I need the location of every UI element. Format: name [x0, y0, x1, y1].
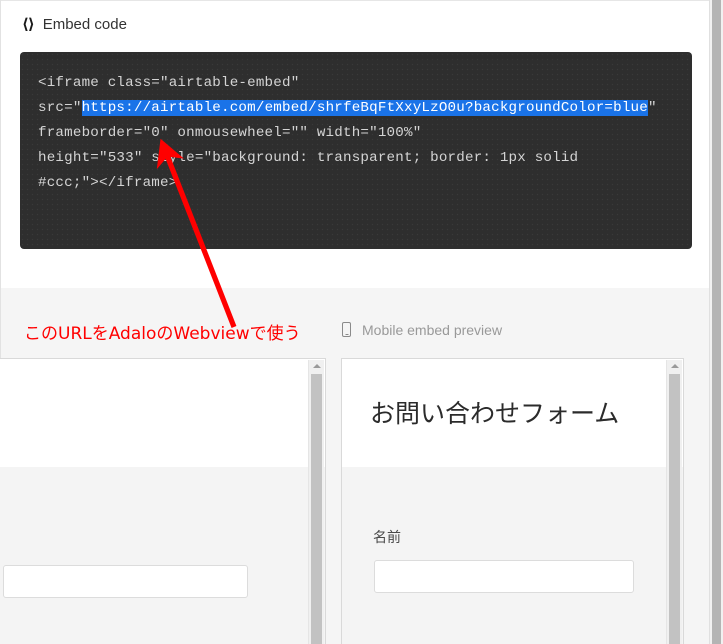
code-line-1: <iframe class="airtable-embed": [38, 75, 300, 91]
selected-url-text[interactable]: https://airtable.com/embed/shrfeBqFtXxyL…: [81, 100, 474, 116]
embed-code-page: ⟨⟩ Embed code <iframe class="airtable-em…: [0, 0, 723, 644]
name-field-input[interactable]: [374, 560, 634, 593]
mobile-embed-preview[interactable]: お問い合わせフォーム 名前: [341, 358, 684, 644]
code-line-5: #ccc;"></iframe>: [38, 175, 178, 191]
mobile-embed-preview-label: Mobile embed preview: [362, 321, 503, 338]
desktop-embed-preview[interactable]: [0, 358, 326, 644]
code-line-4: height="533" style="background: transpar…: [38, 150, 579, 166]
window-scrollbar[interactable]: [709, 0, 723, 644]
form-title: お問い合わせフォーム: [370, 399, 620, 428]
embed-code-text[interactable]: <iframe class="airtable-embed" src="http…: [38, 71, 674, 196]
embed-code-section: ⟨⟩ Embed code <iframe class="airtable-em…: [1, 1, 709, 289]
desktop-preview-input[interactable]: [3, 565, 248, 598]
scroll-up-arrow-icon[interactable]: [312, 364, 321, 368]
page-title: Embed code: [42, 16, 127, 33]
desktop-preview-header: [0, 359, 325, 467]
scrollbar-thumb[interactable]: [311, 374, 322, 644]
embed-code-header: ⟨⟩ Embed code: [22, 15, 127, 33]
selected-url-param[interactable]: backgroundColor=blue: [473, 100, 648, 116]
desktop-preview-scrollbar[interactable]: [308, 360, 324, 644]
phone-icon: [342, 322, 351, 337]
name-field-label: 名前: [373, 530, 401, 546]
mobile-preview-body: [342, 467, 683, 644]
window-scrollbar-thumb[interactable]: [712, 0, 721, 644]
mobile-preview-scrollbar[interactable]: [666, 360, 682, 644]
desktop-preview-body: [0, 467, 325, 644]
code-src-prefix: src=": [38, 100, 82, 116]
embed-code-box[interactable]: <iframe class="airtable-embed" src="http…: [20, 52, 692, 249]
annotation-note: このURLをAdaloのWebviewで使う: [24, 324, 301, 344]
scrollbar-thumb[interactable]: [669, 374, 680, 644]
code-brackets-icon: ⟨⟩: [22, 15, 35, 33]
scroll-up-arrow-icon[interactable]: [670, 364, 679, 368]
mobile-embed-preview-caption: Mobile embed preview: [342, 322, 502, 337]
